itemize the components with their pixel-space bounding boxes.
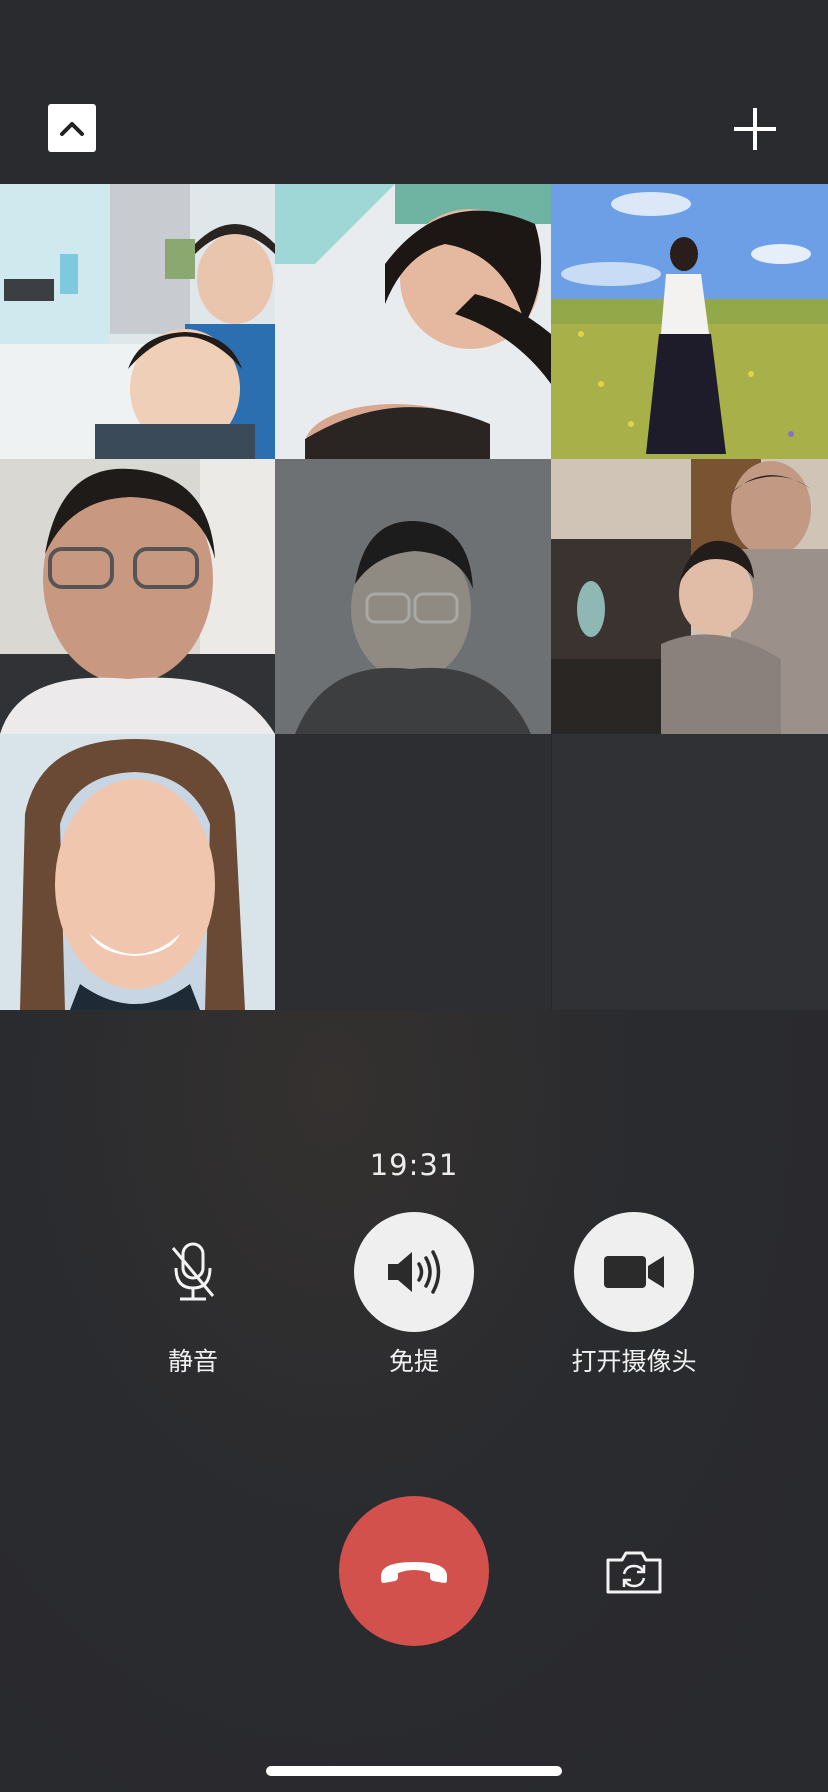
camera-flip-icon[interactable]	[604, 1548, 664, 1596]
participant-video-off-9	[551, 734, 828, 1010]
camera-control[interactable]: 打开摄像头	[544, 1212, 724, 1378]
speaker-label: 免提	[388, 1347, 439, 1376]
collapse-button[interactable]	[48, 104, 96, 152]
participant-video-6[interactable]	[551, 459, 828, 734]
phone-hangup-icon	[381, 1562, 447, 1583]
chevron-up-icon	[60, 122, 84, 136]
speaker-icon	[388, 1250, 441, 1294]
participant-video-5[interactable]	[275, 459, 551, 734]
participant-video-2[interactable]	[275, 184, 551, 459]
microphone-off-icon	[171, 1242, 215, 1301]
top-bar	[0, 0, 828, 184]
mute-button[interactable]	[133, 1212, 253, 1332]
participant-video-off-8	[275, 734, 551, 1010]
call-timer: 19:31	[369, 1148, 459, 1182]
participant-video-4[interactable]	[0, 459, 275, 734]
speaker-button[interactable]	[354, 1212, 474, 1332]
home-indicator[interactable]	[266, 1766, 562, 1776]
participant-video-3[interactable]	[551, 184, 828, 459]
plus-icon[interactable]	[730, 104, 780, 154]
speaker-control[interactable]: 免提	[324, 1212, 504, 1378]
participant-video-7[interactable]	[0, 734, 275, 1010]
video-camera-icon	[604, 1256, 664, 1288]
hangup-button[interactable]	[339, 1496, 489, 1646]
call-controls-area	[0, 1010, 828, 1792]
mute-label: 静音	[167, 1347, 218, 1376]
camera-button[interactable]	[574, 1212, 694, 1332]
camera-label: 打开摄像头	[571, 1347, 697, 1376]
participant-video-1[interactable]	[0, 184, 275, 459]
mute-control[interactable]: 静音	[103, 1212, 283, 1378]
participant-grid	[0, 184, 828, 1010]
